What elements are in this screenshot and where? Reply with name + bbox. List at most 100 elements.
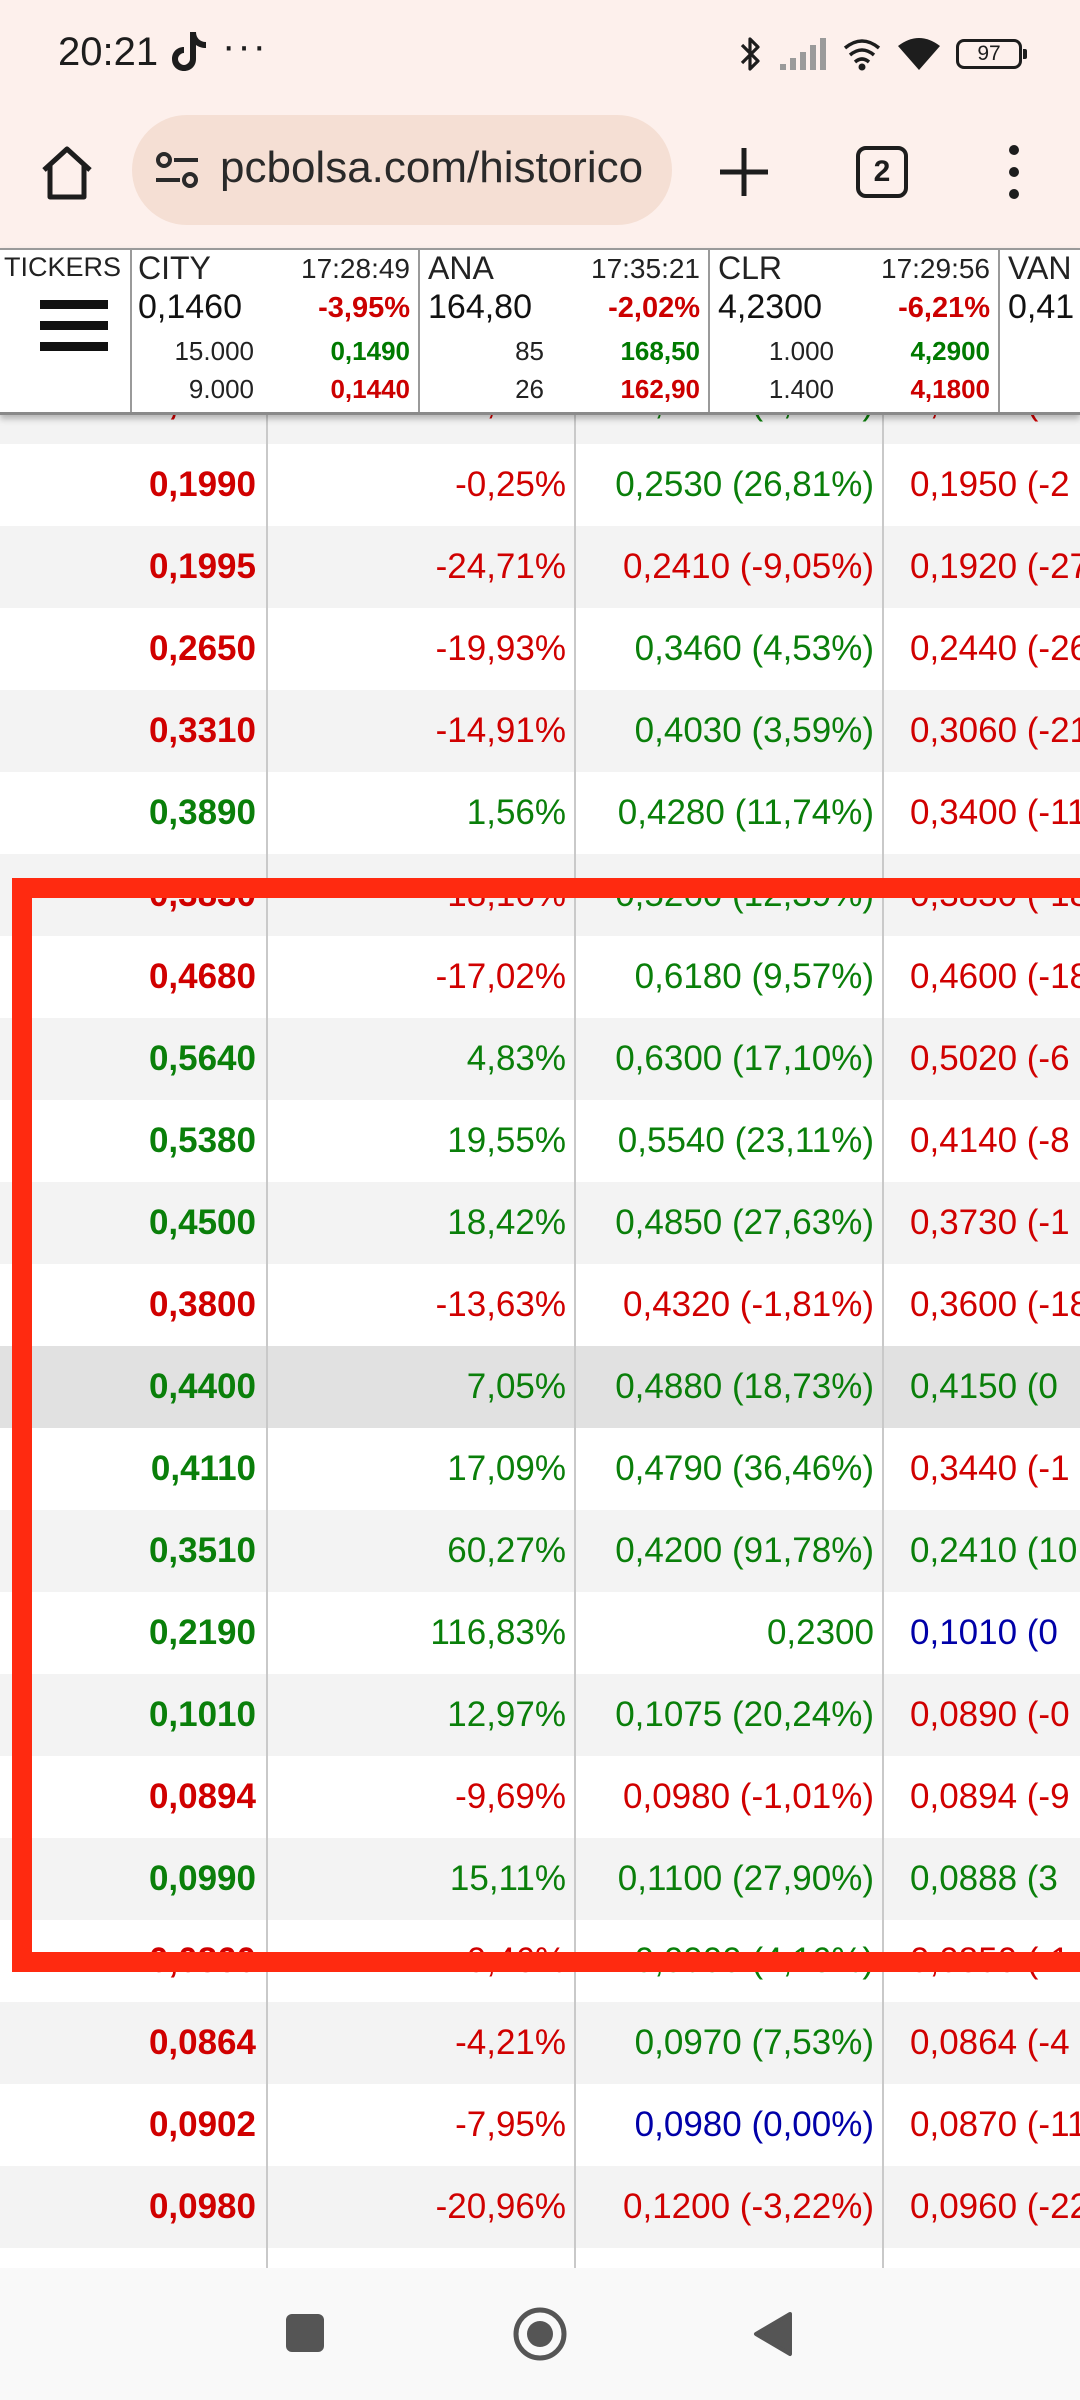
change-percent-cell: -9,69% [455,1777,566,1816]
close-price-cell: 0,2190 [148,1613,256,1652]
close-price-cell: 0,1990 [148,465,256,504]
table-row[interactable]: 0,1990 -0,25% 0,2530 (26,81%) 0,1950 (-2 [0,444,1080,526]
home-icon[interactable] [34,140,100,206]
min-price-cell: 0,0850 (-1 [910,1941,1070,1980]
min-price-cell: 0,3830 (-18 [910,875,1080,914]
change-percent-cell: -20,96% [435,2187,566,2226]
ticker-bid-volume: 85 [515,336,544,366]
table-row[interactable]: 0,4500 18,42% 0,4850 (27,63%) 0,3730 (-1 [0,1182,1080,1264]
table-row[interactable]: 0,4110 17,09% 0,4790 (36,46%) 0,3440 (-1 [0,1428,1080,1510]
max-price-cell: 0,2300 [766,1613,874,1652]
table-row[interactable]: 0,5640 4,83% 0,6300 (17,10%) 0,5020 (-6 [0,1018,1080,1100]
circle-home-icon[interactable] [512,2306,568,2362]
table-row[interactable]: 0,4680 -17,02% 0,6180 (9,57%) 0,4600 (-18 [0,936,1080,1018]
max-price-cell: 0,1075 (20,24%) [615,1695,874,1734]
close-price-cell: 0,4110 [150,1449,256,1488]
max-price-cell: 0,0900 (4,16%) [634,1941,874,1980]
min-price-cell: 0,2410 (10 [910,1531,1078,1570]
close-price-cell: 0,5380 [148,1121,256,1160]
change-percent-cell: 7,05% [466,1367,566,1406]
ticker-ask-volume: 9.000 [188,374,254,404]
change-percent-cell: -18,16% [435,875,566,914]
column-divider [266,380,268,2270]
min-price-cell: 0,5020 (-6 [910,1039,1070,1078]
table-row[interactable]: 0,0902 -7,95% 0,0980 (0,00%) 0,0870 (-11 [0,2084,1080,2166]
back-triangle-icon[interactable] [752,2310,792,2358]
min-price-cell: 0,3730 (-1 [910,1203,1070,1242]
table-row[interactable]: 0,0894 -9,69% 0,0980 (-1,01%) 0,0894 (-9 [0,1756,1080,1838]
max-price-cell: 0,2410 (-9,05%) [623,547,874,586]
ticker-card[interactable]: CITY 17:28:49 0,1460 -3,95% 15.000 0,1490 9.00… [132,250,420,412]
tab-switcher-icon[interactable]: 2 [856,146,908,198]
tune-icon[interactable] [154,148,200,192]
more-vert-icon[interactable] [998,142,1030,202]
table-row[interactable]: 0,2650 -19,93% 0,3460 (4,53%) 0,2440 (-26 [0,608,1080,690]
ticker-ask: 162,90 [620,374,700,404]
table-row[interactable]: 0,1995 -24,71% 0,2410 (-9,05%) 0,1920 (-27 [0,526,1080,608]
plus-icon[interactable] [716,144,772,200]
square-icon[interactable] [286,2314,324,2352]
min-price-cell: 0,4140 (-8 [910,1121,1070,1160]
ticker-card[interactable]: VAN0,413.19. [1002,250,1080,412]
hamburger-menu-icon[interactable] [38,296,110,356]
table-row[interactable]: 0,3510 60,27% 0,4200 (91,78%) 0,2410 (10 [0,1510,1080,1592]
ticker-change: -6,21% [898,292,990,324]
max-price-cell: 0,2530 (26,81%) [615,465,874,504]
ticker-price: 0,1460 [138,288,242,326]
battery-icon: 97 [956,39,1027,69]
ticker-card[interactable]: CLR 17:29:56 4,2300 -6,21% 1.000 4,2900 1.400 4… [712,250,1000,412]
min-price-cell: 0,3440 (-1 [910,1449,1070,1488]
max-price-cell: 0,1100 (27,90%) [617,1859,874,1898]
close-price-cell: 0,3890 [148,793,256,832]
tickers-menu[interactable]: TICKERS [0,250,132,412]
tiktok-icon [172,32,206,71]
table-row[interactable]: 0,5380 19,55% 0,5540 (23,11%) 0,4140 (-8 [0,1100,1080,1182]
max-price-cell: 0,6180 (9,57%) [634,957,874,996]
close-price-cell: 0,0990 [148,1859,256,1898]
table-row[interactable]: 0,0990 15,11% 0,1100 (27,90%) 0,0888 (3 [0,1838,1080,1920]
min-price-cell: 0,4600 (-18 [910,957,1080,996]
change-percent-cell: -19,93% [435,629,566,668]
close-price-cell: 0,5640 [148,1039,256,1078]
ticker-bid: 4,2900 [910,336,990,366]
table-row[interactable]: 0,3890 1,56% 0,4280 (11,74%) 0,3400 (-11 [0,772,1080,854]
table-row[interactable]: 0,0860 -0,46% 0,0900 (4,16%) 0,0850 (-1 [0,1920,1080,2002]
ticker-card[interactable]: ANA 17:35:21 164,80 -2,02% 85 168,50 26 162,90 [422,250,710,412]
min-price-cell: 0,0870 (-11 [910,2105,1080,2144]
change-percent-cell: 12,97% [447,1695,566,1734]
close-price-cell: 0,4680 [148,957,256,996]
min-price-cell: 0,0864 (-4 [910,2023,1070,2062]
address-bar[interactable]: pcbolsa.com/historico [132,115,672,225]
table-row[interactable]: 0,0864 -4,21% 0,0970 (7,53%) 0,0864 (-4 [0,2002,1080,2084]
change-percent-cell: -7,95% [455,2105,566,2144]
max-price-cell: 0,0980 (-1,01%) [623,1777,874,1816]
change-percent-cell: -4,21% [455,2023,566,2062]
table-row[interactable]: 0,1010 12,97% 0,1075 (20,24%) 0,0890 (-0 [0,1674,1080,1756]
table-row[interactable]: 0,0980 -20,96% 0,1200 (-3,22%) 0,0960 (-22 [0,2166,1080,2248]
table-row[interactable]: 0,3800 -13,63% 0,4320 (-1,81%) 0,3600 (-18 [0,1264,1080,1346]
browser-toolbar: pcbolsa.com/historico 2 [0,110,1080,250]
ticker-bid-volume: 15.000 [174,336,254,366]
notification-more-icon: ··· [222,24,268,68]
ticker-time: 17:29:56 [881,253,990,284]
table-row[interactable]: 0,3310 -14,91% 0,4030 (3,59%) 0,3060 (-21 [0,690,1080,772]
max-price-cell: 0,4880 (18,73%) [615,1367,874,1406]
close-price-cell: 0,0860 [148,1941,256,1980]
close-price-cell: 0,1995 [148,547,256,586]
min-price-cell: 0,0960 (-22 [910,2187,1080,2226]
ticker-symbol: CITY [138,250,211,286]
min-price-cell: 0,3400 (-11 [910,793,1080,832]
min-price-cell: 0,1010 (0 [910,1613,1058,1652]
change-percent-cell: -24,71% [435,547,566,586]
close-price-cell: 0,0902 [148,2105,256,2144]
close-price-cell: 0,4500 [148,1203,256,1242]
change-percent-cell: 18,42% [447,1203,566,1242]
close-price-cell: 0,4400 [148,1367,256,1406]
max-price-cell: 0,0980 (0,00%) [634,2105,874,2144]
change-percent-cell: 1,56% [466,793,566,832]
table-row[interactable]: 0,2190 116,83% 0,2300 0,1010 (0 [0,1592,1080,1674]
table-row[interactable]: 0,4400 7,05% 0,4880 (18,73%) 0,4150 (0 [0,1346,1080,1428]
ticker-ask: 4,1800 [910,374,990,404]
table-row[interactable]: 0,3830 -18,16% 0,5260 (12,39%) 0,3830 (-18 [0,854,1080,936]
url-text[interactable]: pcbolsa.com/historico [220,143,643,193]
